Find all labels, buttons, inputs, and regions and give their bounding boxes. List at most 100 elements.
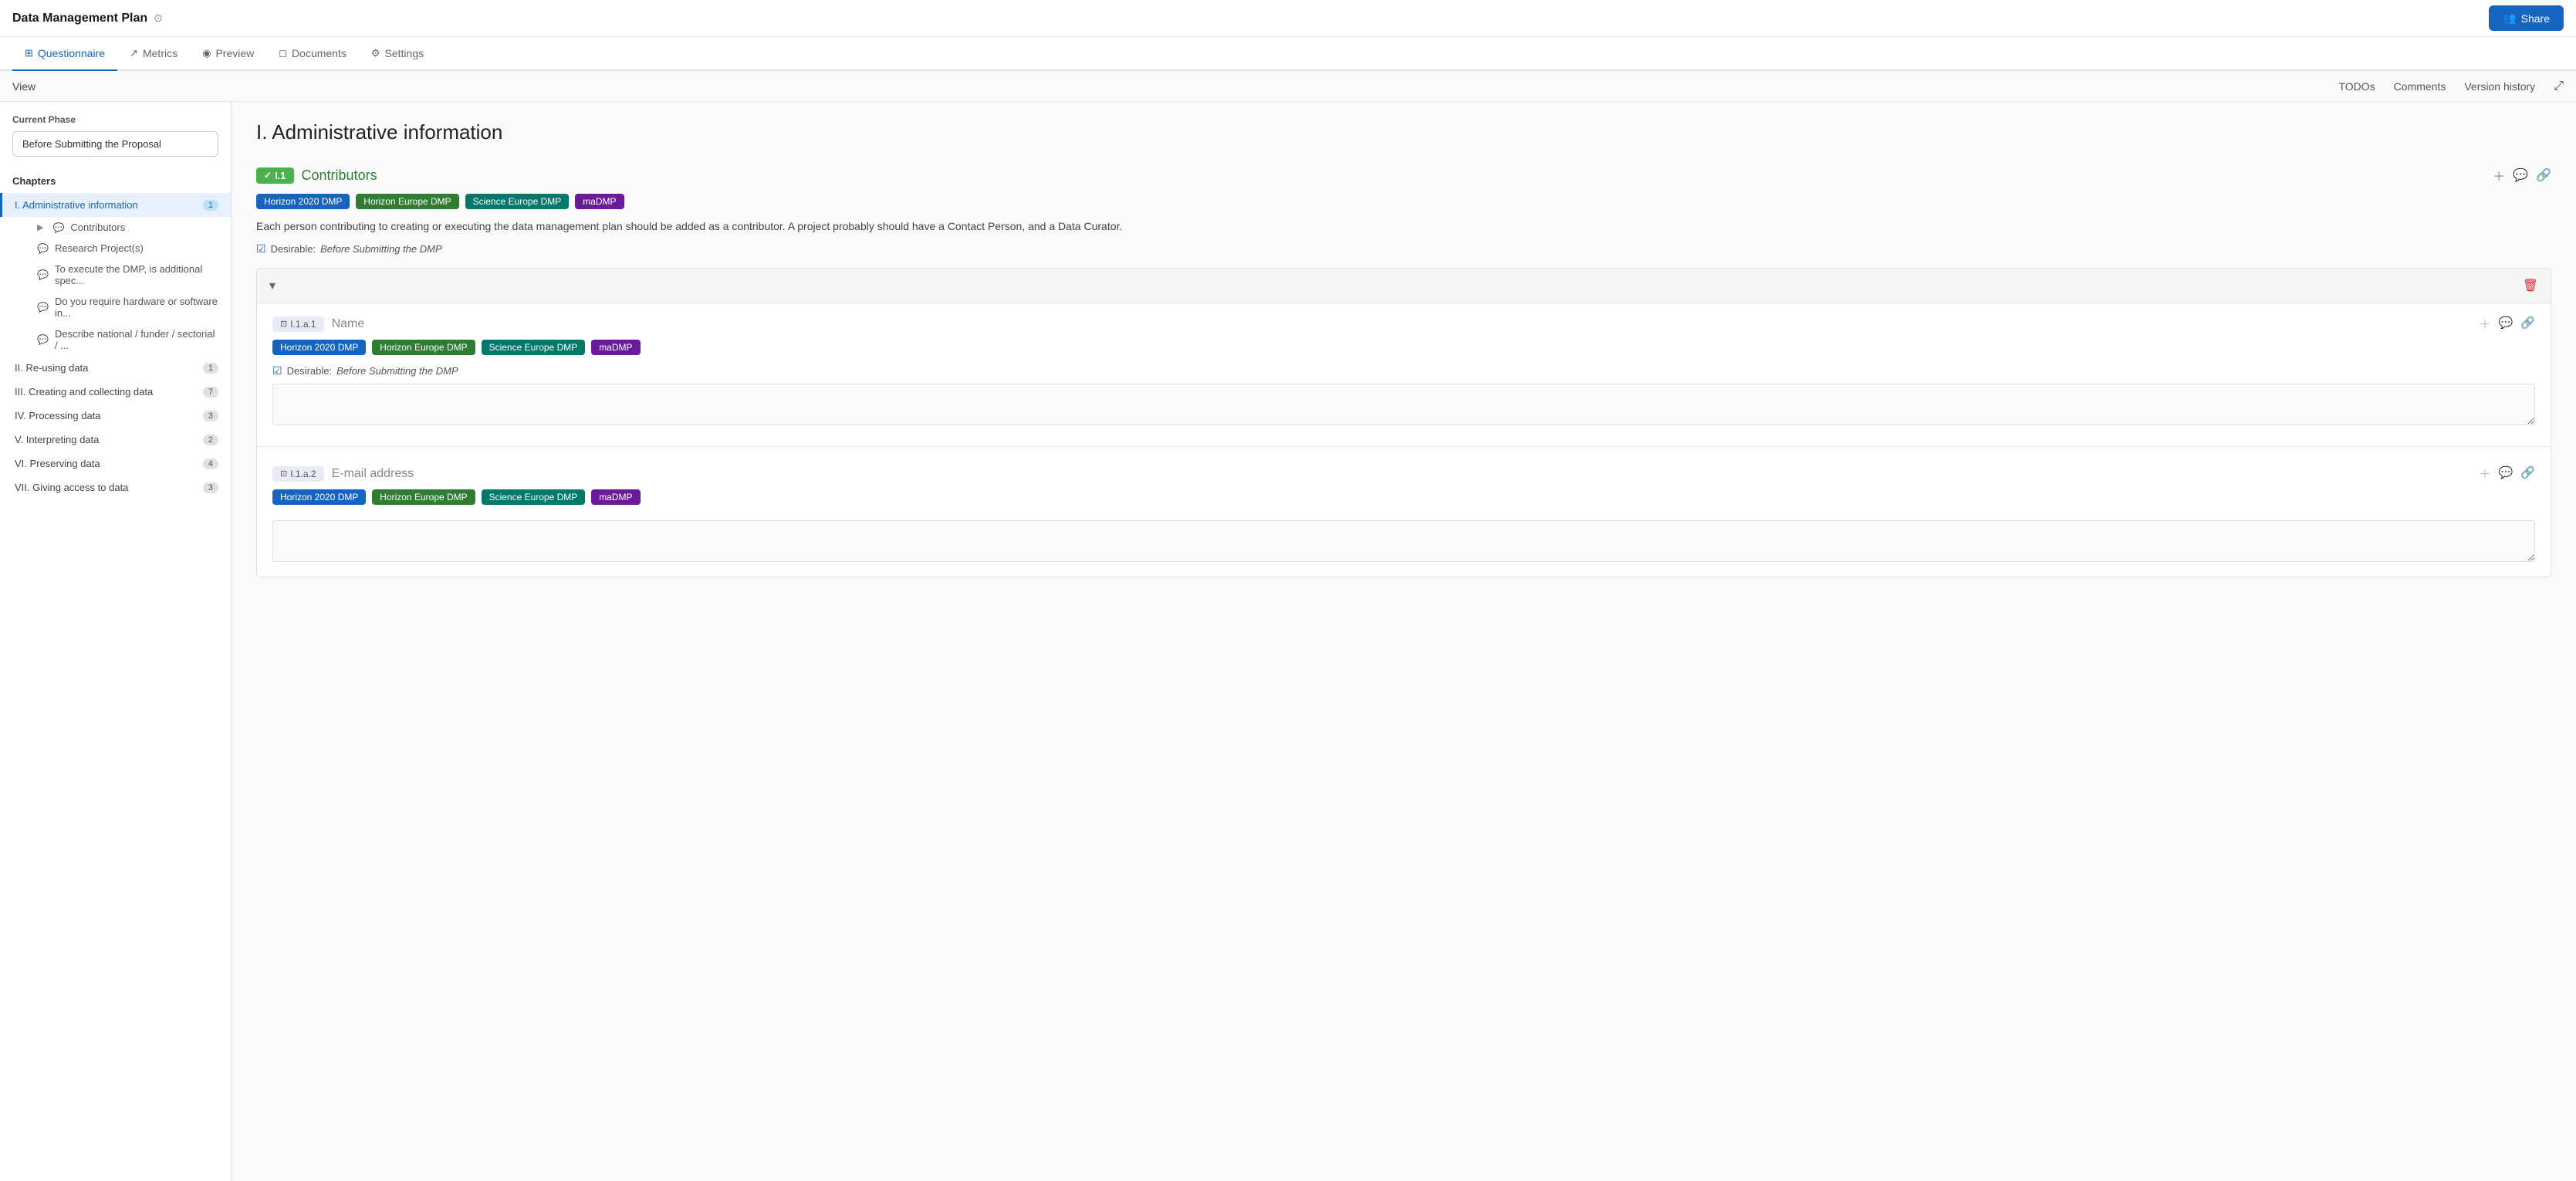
question-I1-desc: Each person contributing to creating or …: [256, 218, 2551, 235]
verified-icon: ⊙: [154, 12, 163, 25]
chapter-VII-badge: 3: [203, 482, 218, 493]
todos-link[interactable]: TODOs: [2338, 80, 2375, 93]
link-sub-icon[interactable]: 🔗: [2520, 316, 2535, 332]
sub-id-badge-I1a1: ⊡ I.1.a.1: [272, 316, 324, 332]
comment-icon-national: 💬: [37, 334, 49, 345]
sub2-tag-horizoneurope: Horizon Europe DMP: [372, 489, 475, 505]
link-sub2-icon[interactable]: 🔗: [2520, 465, 2535, 482]
chapter-III-badge: 7: [203, 387, 218, 398]
chapter-item-VII[interactable]: VII. Giving access to data 3: [0, 475, 231, 499]
sub-q1-answer-input[interactable]: [272, 384, 2535, 425]
subitem-contributors[interactable]: ▶ 💬 Contributors: [25, 217, 231, 238]
sidebar: Current Phase Before Submitting the Prop…: [0, 102, 232, 1181]
sub-tag-madmp: maDMP: [591, 340, 640, 355]
tag-madmp: maDMP: [575, 194, 624, 209]
sub2-tag-madmp: maDMP: [591, 489, 640, 505]
comment-sub2-icon[interactable]: 💬: [2499, 465, 2513, 482]
content-area: I. Administrative information ✓ I.1 Cont…: [232, 102, 2576, 1181]
tag-horizon2020: Horizon 2020 DMP: [256, 194, 350, 209]
add-sub2-icon[interactable]: ＋: [2480, 465, 2491, 482]
sub2-tag-scienceeurope: Science Europe DMP: [482, 489, 586, 505]
link-icon[interactable]: 🔗: [2536, 168, 2551, 183]
documents-icon: ◻: [279, 47, 287, 59]
chapter-item-I[interactable]: I. Administrative information 1: [0, 193, 231, 217]
chapter-IV-badge: 3: [203, 411, 218, 421]
tab-documents[interactable]: ◻ Documents: [266, 37, 359, 71]
check-icon: ✓: [264, 170, 272, 181]
add-icon[interactable]: ＋: [2493, 166, 2505, 184]
chapter-item-V[interactable]: V. Interpreting data 2: [0, 428, 231, 452]
sub-question-I1a2-title: E-mail address: [332, 467, 414, 481]
preview-icon: ◉: [202, 47, 211, 59]
top-bar-left: Data Management Plan ⊙: [12, 12, 163, 25]
tab-settings[interactable]: ⚙ Settings: [359, 37, 436, 71]
chapter-V-label: V. Interpreting data: [15, 434, 99, 445]
subitem-hardware[interactable]: 💬 Do you require hardware or software in…: [25, 291, 231, 323]
tab-metrics[interactable]: ↗ Metrics: [117, 37, 190, 71]
sub-desirable-value: Before Submitting the DMP: [336, 365, 458, 377]
desirable-checkbox-icon: ☑: [256, 242, 266, 255]
current-phase-label: Current Phase: [12, 114, 218, 125]
view-label: View: [12, 80, 35, 93]
comments-link[interactable]: Comments: [2394, 80, 2446, 93]
sub-question-I1a1-title: Name: [332, 317, 365, 331]
sub-tag-horizoneurope: Horizon Europe DMP: [372, 340, 475, 355]
top-bar: Data Management Plan ⊙ 👥 Share: [0, 0, 2576, 37]
sub-question-I1a1: ⊡ I.1.a.1 Name ＋ 💬 🔗 Horizon 2020 DMP Ho…: [257, 303, 2551, 440]
sub-q2-answer-input[interactable]: [272, 520, 2535, 562]
sub-tag-horizon2020: Horizon 2020 DMP: [272, 340, 366, 355]
chapter-IV-label: IV. Processing data: [15, 410, 101, 421]
expand-card-header: ▾ 🗑: [257, 269, 2551, 303]
chapter-II-label: II. Re-using data: [15, 362, 88, 374]
sub-question-I1a2: ⊡ I.1.a.2 E-mail address ＋ 💬 🔗 Horizon 2…: [257, 453, 2551, 577]
chapter-VI-badge: 4: [203, 459, 218, 469]
chapter-item-III[interactable]: III. Creating and collecting data 7: [0, 380, 231, 404]
sub-question-I1a1-actions: ＋ 💬 🔗: [2480, 316, 2535, 332]
comment-action-icon[interactable]: 💬: [2513, 168, 2528, 183]
secondary-bar-right: TODOs Comments Version history ⤢: [2338, 80, 2564, 93]
comment-icon-hardware: 💬: [37, 302, 49, 313]
comment-icon-execute: 💬: [37, 269, 49, 280]
sub-q1-desirable: ☑ Desirable: Before Submitting the DMP: [272, 364, 2535, 377]
expand-icon[interactable]: ⤢: [2554, 80, 2564, 93]
subitem-describe-national[interactable]: 💬 Describe national / funder / sectorial…: [25, 323, 231, 356]
sub-q1-tags: Horizon 2020 DMP Horizon Europe DMP Scie…: [272, 340, 2535, 355]
settings-icon: ⚙: [371, 47, 380, 59]
chevron-down-icon[interactable]: ▾: [269, 278, 276, 293]
main-layout: Current Phase Before Submitting the Prop…: [0, 102, 2576, 1181]
sub-question-I1a2-header: ⊡ I.1.a.2 E-mail address ＋ 💬 🔗: [272, 465, 2535, 482]
question-I1-desirable: ☑ Desirable: Before Submitting the DMP: [256, 242, 2551, 255]
chapter-item-VI[interactable]: VI. Preserving data 4: [0, 452, 231, 475]
tag-scienceeurope: Science Europe DMP: [465, 194, 570, 209]
delete-icon[interactable]: 🗑: [2523, 278, 2538, 293]
sub-id-icon: ⊡: [280, 319, 287, 329]
metrics-icon: ↗: [130, 47, 138, 59]
version-history-link[interactable]: Version history: [2464, 80, 2535, 93]
question-I1-tags: Horizon 2020 DMP Horizon Europe DMP Scie…: [256, 194, 2551, 209]
page-title: I. Administrative information: [256, 120, 2551, 144]
question-I1-badge: ✓ I.1: [256, 168, 294, 184]
subitem-research-projects[interactable]: 💬 Research Project(s): [25, 238, 231, 259]
comment-icon-research: 💬: [37, 243, 49, 254]
phase-dropdown[interactable]: Before Submitting the Proposal: [12, 131, 218, 157]
comment-sub-icon[interactable]: 💬: [2499, 316, 2513, 332]
sub-id-icon-2: ⊡: [280, 469, 287, 479]
sub-id-badge-I1a2: ⊡ I.1.a.2: [272, 466, 324, 482]
sub-question-I1a1-header: ⊡ I.1.a.1 Name ＋ 💬 🔗: [272, 316, 2535, 332]
question-I1-actions: ＋ 💬 🔗: [2493, 166, 2551, 184]
chapter-V-badge: 2: [203, 435, 218, 445]
share-button[interactable]: 👥 Share: [2489, 5, 2564, 31]
sub-desirable-checkbox-icon: ☑: [272, 364, 282, 377]
chapter-VI-label: VI. Preserving data: [15, 458, 100, 469]
chapter-item-IV[interactable]: IV. Processing data 3: [0, 404, 231, 428]
chapter-item-II[interactable]: II. Re-using data 1: [0, 356, 231, 380]
tab-preview[interactable]: ◉ Preview: [190, 37, 266, 71]
secondary-bar: View TODOs Comments Version history ⤢: [0, 71, 2576, 102]
chapter-I-label: I. Administrative information: [15, 199, 138, 211]
sub-question-I1a2-actions: ＋ 💬 🔗: [2480, 465, 2535, 482]
add-sub-icon[interactable]: ＋: [2480, 316, 2491, 332]
desirable-value: Before Submitting the DMP: [320, 243, 442, 255]
subitem-execute-dmp[interactable]: 💬 To execute the DMP, is additional spec…: [25, 259, 231, 291]
tab-bar: ⊞ Questionnaire ↗ Metrics ◉ Preview ◻ Do…: [0, 37, 2576, 71]
tab-questionnaire[interactable]: ⊞ Questionnaire: [12, 37, 117, 71]
